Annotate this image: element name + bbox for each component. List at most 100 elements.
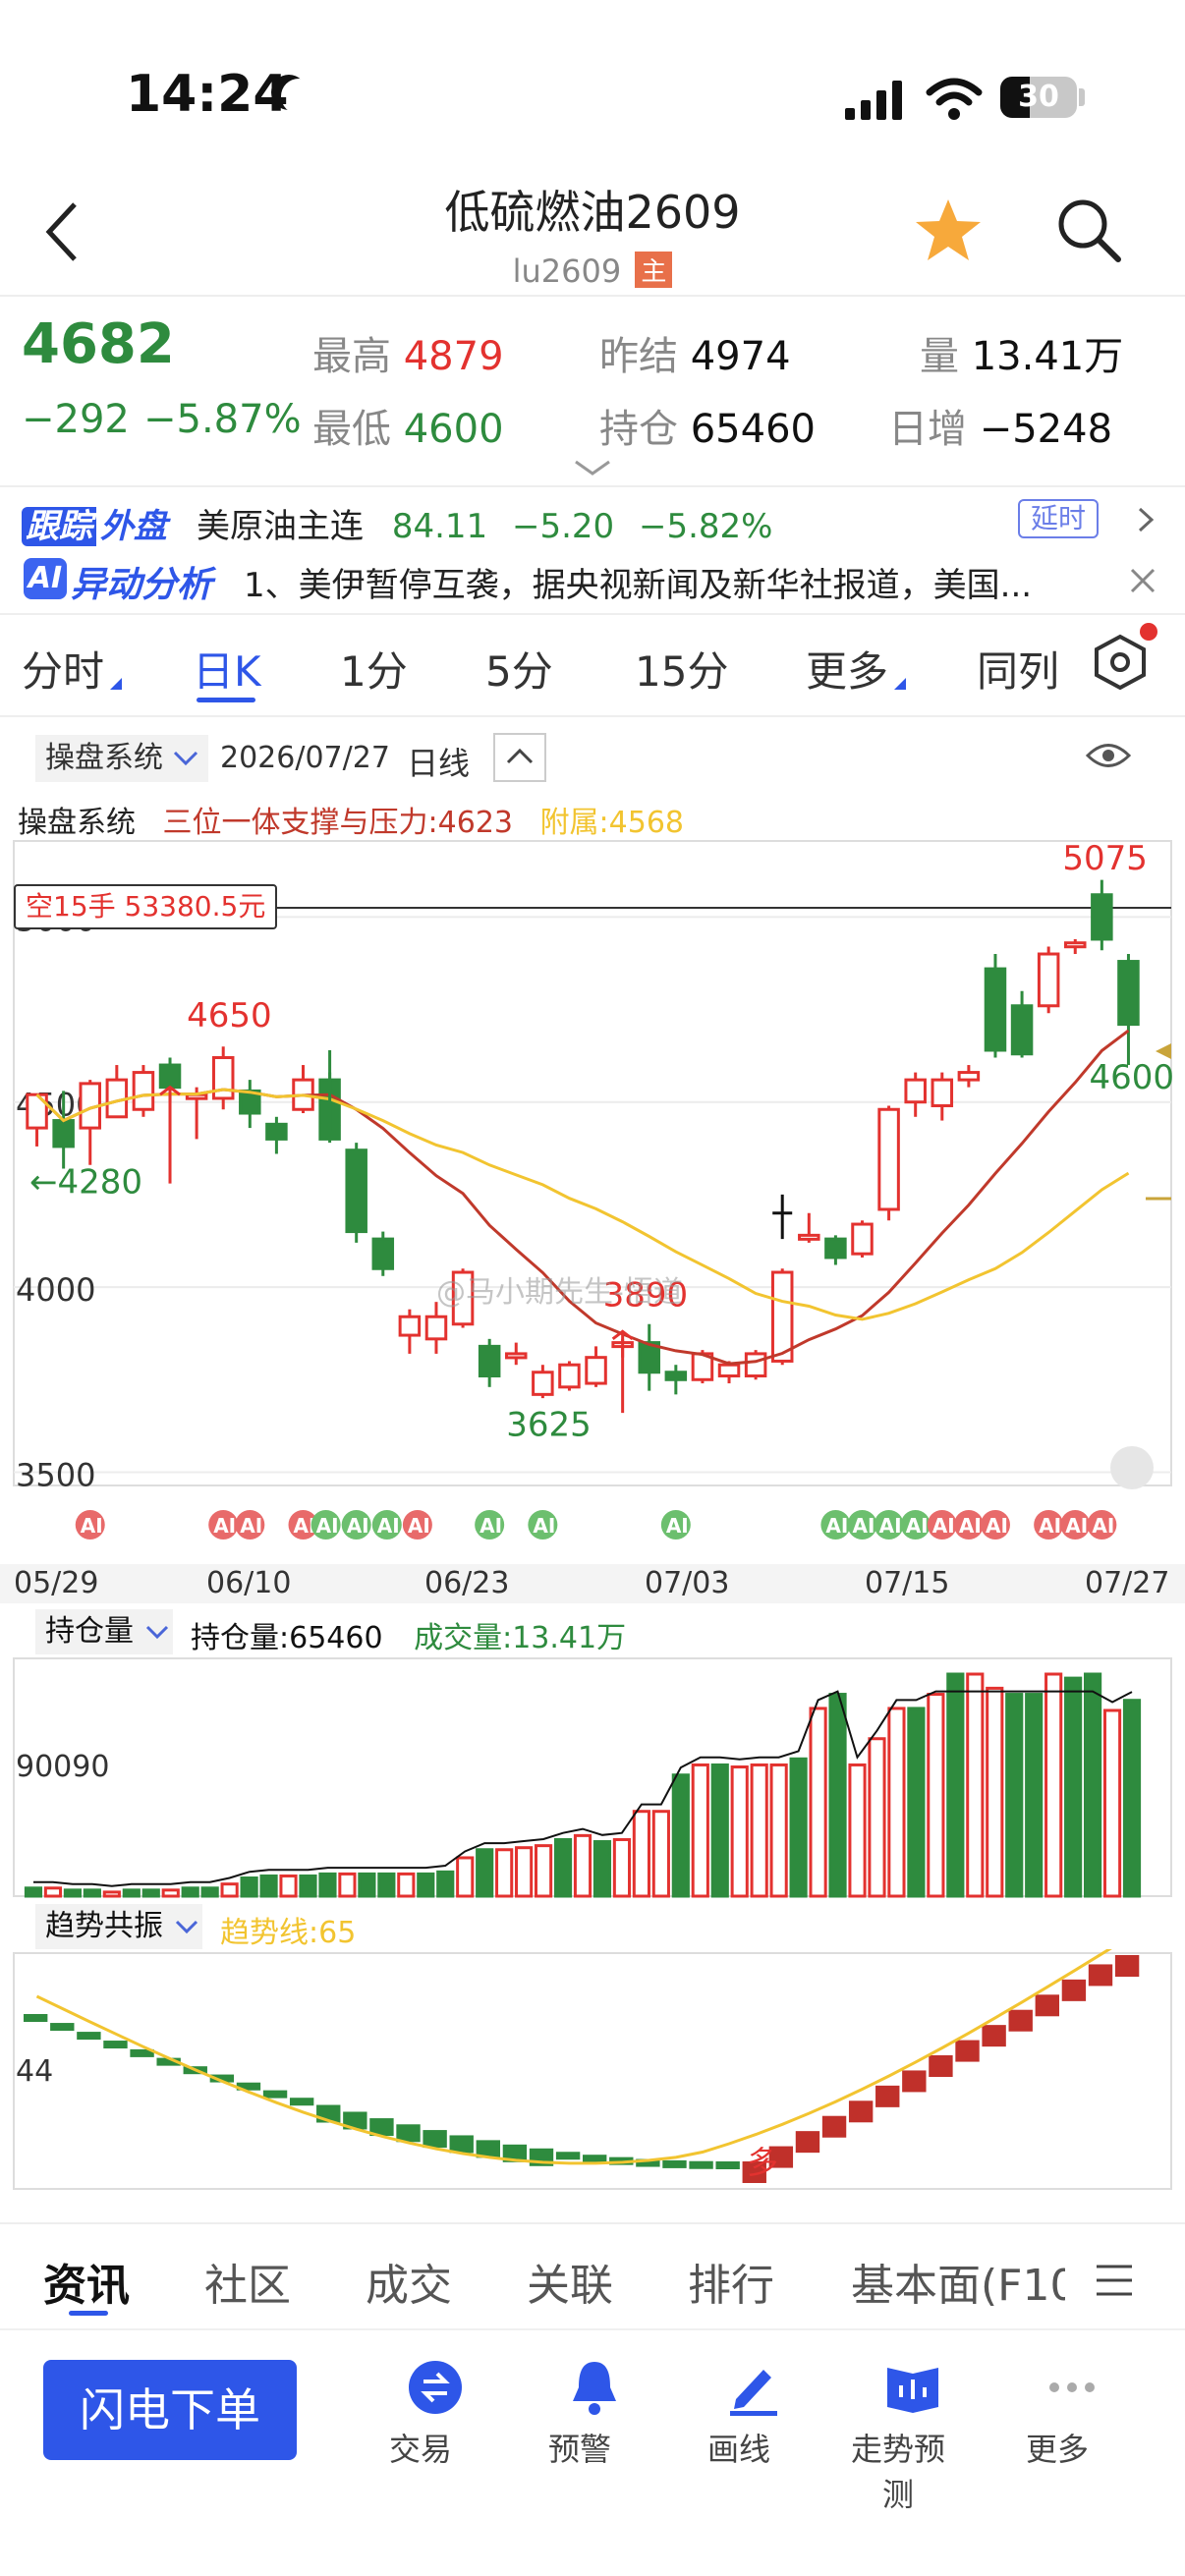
trend-block	[902, 2070, 927, 2093]
volume-bar	[632, 1810, 650, 1898]
star-icon[interactable]	[914, 196, 983, 265]
tab-more[interactable]: 更多	[806, 639, 888, 699]
toolbar-alert-label: 预警	[547, 2431, 611, 2468]
volume-bar	[1064, 1676, 1083, 1898]
candle-body	[371, 1237, 395, 1270]
volume-bar	[1084, 1672, 1102, 1898]
tab-1min[interactable]: 1分	[340, 639, 408, 699]
volume-bar	[1005, 1693, 1024, 1898]
trend-tick-label: 44	[16, 2054, 53, 2089]
ai-title: 异动分析	[71, 565, 213, 605]
chevron-down-icon	[173, 751, 198, 766]
trend-chart[interactable]: 44 多	[0, 1949, 1185, 2191]
volume-bar	[141, 1888, 160, 1898]
news-tab-indicator	[69, 2311, 108, 2316]
book-chart-icon	[887, 2368, 938, 2413]
flash-order-button[interactable]: 闪电下单	[43, 2360, 297, 2460]
volume-bar	[181, 1886, 199, 1898]
flat-marker	[772, 1194, 793, 1240]
tab-timeshare[interactable]: 分时	[22, 639, 104, 699]
ai-marker-label: AI	[1092, 1514, 1114, 1538]
toolbar-trade[interactable]: 交易	[362, 2358, 480, 2468]
chevron-down-icon[interactable]	[574, 458, 611, 477]
price-pointer	[1156, 1043, 1171, 1059]
x-tick-label: 06/23	[424, 1566, 510, 1600]
volume-bar	[966, 1672, 985, 1898]
candle-body	[824, 1237, 847, 1260]
tab-same-column[interactable]: 同列	[977, 639, 1059, 699]
volume-bar	[338, 1872, 357, 1898]
volume-bar	[299, 1874, 317, 1898]
follow-badge-1: 跟踪	[22, 507, 96, 546]
status-bar: 14:24 30	[0, 0, 1185, 167]
ai-marker-label: AI	[316, 1514, 339, 1538]
follow-pct: −5.82%	[638, 507, 773, 546]
volume-bar	[495, 1848, 514, 1898]
ai-marker-label: AI	[879, 1514, 902, 1538]
volume-bar	[1044, 1672, 1063, 1898]
candlestick-chart[interactable]: 50004500400035004650←4280389036255075460…	[0, 837, 1185, 1544]
toolbar-more[interactable]: 更多	[998, 2358, 1116, 2468]
tab-5min[interactable]: 5分	[485, 639, 553, 699]
price-change-pct: −5.87%	[143, 397, 302, 442]
tab-15min[interactable]: 15分	[635, 639, 728, 699]
ai-marker-label: AI	[825, 1514, 848, 1538]
battery-level: 30	[1018, 80, 1059, 114]
volume-bar	[612, 1837, 632, 1898]
tab-news[interactable]: 资讯	[43, 2250, 130, 2313]
trend-block	[982, 2025, 1006, 2047]
tab-trades[interactable]: 成交	[366, 2250, 452, 2313]
prev-settle-value: 4974	[690, 334, 791, 379]
price-annotation: ←4280	[29, 1163, 142, 1203]
eye-icon[interactable]	[1085, 739, 1132, 772]
toolbar-draw[interactable]: 画线	[680, 2358, 798, 2468]
close-icon[interactable]	[1128, 566, 1157, 595]
prev-settle-label: 昨结	[599, 334, 678, 379]
follow-item[interactable]: 美原油主连 84.11 −5.20 −5.82%	[197, 499, 772, 547]
tab-active-indicator	[197, 698, 255, 702]
x-tick-label: 07/27	[1085, 1566, 1170, 1600]
trade-icon	[409, 2361, 462, 2414]
volume-bar	[417, 1872, 435, 1898]
volume-bar	[946, 1672, 965, 1898]
price-annotation: 4600	[1089, 1058, 1174, 1097]
candle-body	[984, 967, 1007, 1052]
tab-community[interactable]: 社区	[204, 2250, 291, 2313]
search-icon[interactable]	[1055, 196, 1124, 265]
volume-bar	[397, 1872, 416, 1898]
notification-dot	[1140, 623, 1157, 641]
ai-badge: AI	[24, 558, 67, 599]
tab-ranking[interactable]: 排行	[688, 2250, 774, 2313]
chevron-right-icon[interactable]	[1136, 505, 1156, 534]
toolbar-draw-label: 画线	[706, 2431, 770, 2468]
volume-bar	[476, 1848, 494, 1898]
position-label[interactable]: 空15手 53380.5元	[14, 884, 278, 929]
toolbar-forecast[interactable]: 走势预测	[839, 2358, 957, 2513]
volume-value: 13.41万	[971, 334, 1124, 379]
oi-legend: 持仓量:65460 成交量:13.41万	[191, 1613, 626, 1656]
volume-bar	[456, 1856, 475, 1898]
toolbar-alert[interactable]: 预警	[521, 2358, 639, 2468]
chevron-down-icon	[145, 1625, 169, 1640]
back-icon[interactable]	[43, 200, 83, 263]
settings-hex-icon[interactable]	[1093, 633, 1148, 692]
volume-bar	[358, 1872, 376, 1898]
trend-dropdown-label: 趋势共振	[45, 1909, 163, 1943]
trend-block	[848, 2100, 874, 2123]
volume-label: 量	[920, 334, 959, 379]
volume-bar	[848, 1763, 867, 1898]
oi-tick-label: 90090	[16, 1750, 109, 1784]
ai-marker-label: AI	[480, 1514, 502, 1538]
tab-fundamentals[interactable]: 基本面(F10	[851, 2250, 1065, 2313]
volume-bar	[220, 1882, 239, 1898]
volume-chart[interactable]: 90090	[0, 1654, 1185, 1900]
x-axis: 05/29 06/10 06/23 07/03 07/15 07/27	[0, 1564, 1185, 1603]
tab-daily-k[interactable]: 日K	[193, 639, 261, 699]
ai-marker-label: AI	[986, 1514, 1008, 1538]
tab-related[interactable]: 关联	[527, 2250, 613, 2313]
contract-code-text: lu2609	[512, 252, 622, 290]
menu-icon[interactable]	[1095, 2264, 1134, 2297]
trend-block	[875, 2085, 900, 2107]
chevron-up-icon	[506, 748, 534, 764]
ai-text[interactable]: 1、美伊暂停互袭，据央视新闻及新华社报道，美国...	[244, 558, 1079, 606]
